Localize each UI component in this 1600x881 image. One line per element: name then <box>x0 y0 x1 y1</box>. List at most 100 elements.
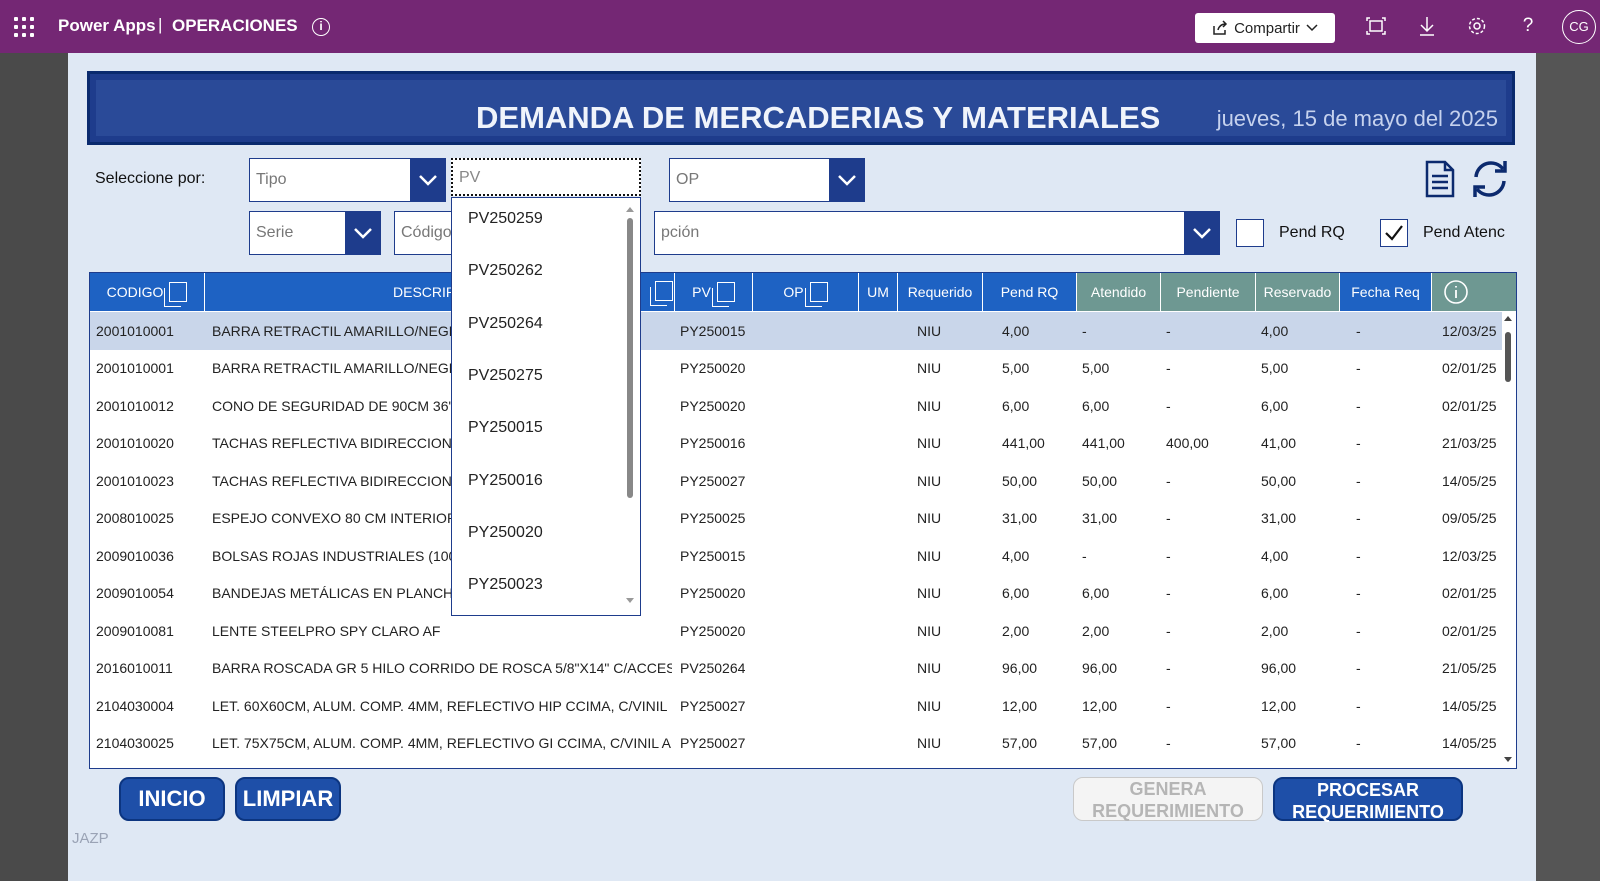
cell-pendiente: 41,00 <box>1261 435 1297 452</box>
cell-fecha-req: 02/01/25 <box>1442 397 1497 414</box>
cell-descripcion: LENTE STEELPRO SPY CLARO AF <box>212 622 441 639</box>
col-header-pendiente[interactable]: Pendiente <box>1161 273 1256 311</box>
cell-codigo: 2009010036 <box>96 547 174 564</box>
cell-requerido: 5,00 <box>1002 360 1030 377</box>
cell-pv: PY250020 <box>680 360 746 377</box>
dropdown-scrollbar[interactable] <box>625 204 635 606</box>
page-header: DEMANDA DE MERCADERIAS Y MATERIALES juev… <box>87 71 1515 145</box>
table-row[interactable]: 2001010001 BARRA RETRACTIL AMARILLO/NEGRO… <box>90 312 1502 350</box>
help-icon[interactable]: ? <box>1517 15 1539 37</box>
col-header-pv[interactable]: PV <box>675 273 753 311</box>
download-icon[interactable] <box>1416 15 1438 37</box>
col-header-atendido[interactable]: Atendido <box>1077 273 1161 311</box>
app-launcher-icon[interactable] <box>14 17 34 37</box>
document-icon[interactable] <box>1422 158 1458 200</box>
cell-pendiente: 6,00 <box>1261 397 1289 414</box>
descripcion-combobox[interactable]: pción <box>654 211 1220 255</box>
col-header-um[interactable]: UM <box>859 273 898 311</box>
table-row[interactable]: 2001010023 TACHAS REFLECTIVA BIDIRECCIONA… <box>90 462 1502 500</box>
cell-fecha-req: 02/01/25 <box>1442 622 1497 639</box>
cell-codigo: 2001010023 <box>96 472 174 489</box>
dropdown-option[interactable]: PV250264 <box>468 315 543 333</box>
dropdown-option[interactable]: PY250020 <box>468 524 543 542</box>
table-row[interactable]: 2008010025 ESPEJO CONVEXO 80 CM INTERIOR P… <box>90 500 1502 538</box>
refresh-icon[interactable] <box>1467 156 1513 202</box>
dropdown-option[interactable]: PV250262 <box>468 262 543 280</box>
app-info-icon[interactable]: i <box>312 18 330 36</box>
cell-pv: PY250020 <box>680 585 746 602</box>
copy-icon[interactable] <box>650 281 673 306</box>
cell-reservado: - <box>1356 510 1361 527</box>
current-date: jueves, 15 de mayo del 2025 <box>1216 106 1498 131</box>
dropdown-option[interactable]: PY250016 <box>468 472 543 490</box>
cell-codigo: 2016010011 <box>96 660 173 677</box>
table-row[interactable]: 2009010054 BANDEJAS METÁLICAS EN PLANCHA … <box>90 575 1502 613</box>
cell-requerido: 2,00 <box>1002 622 1030 639</box>
pend-rq-checkbox[interactable] <box>1236 219 1264 247</box>
table-row[interactable]: 2016010011 BARRA ROSCADA GR 5 HILO CORRID… <box>90 650 1502 688</box>
pv-dropdown-list[interactable]: PV250259 PV250262 PV250264 PV250275 PY250015… <box>451 197 641 616</box>
procesar-requerimiento-button[interactable]: PROCESAR REQUERIMIENTO <box>1273 777 1463 822</box>
table-row[interactable]: 2104030025 LET. 75X75CM, ALUM. COMP. 4MM,… <box>90 725 1502 763</box>
genera-line-1: GENERA <box>1129 779 1207 799</box>
table-row[interactable]: 2009010081 LENTE STEELPRO SPY CLARO AF PY2… <box>90 612 1502 650</box>
chevron-down-icon[interactable] <box>829 159 864 201</box>
limpiar-button[interactable]: LIMPIAR <box>235 777 341 821</box>
settings-gear-icon[interactable] <box>1466 15 1488 37</box>
dropdown-option[interactable]: PY250015 <box>468 419 543 437</box>
col-header-requerido[interactable]: Requerido <box>898 273 983 311</box>
inicio-button[interactable]: INICIO <box>119 777 225 821</box>
copy-icon[interactable] <box>164 282 188 307</box>
cell-pend-rq: 96,00 <box>1082 660 1118 677</box>
col-header-codigo[interactable]: CODIGO <box>90 273 205 311</box>
chevron-down-icon[interactable] <box>410 159 445 201</box>
pend-rq-label: Pend RQ <box>1279 224 1345 241</box>
table-row[interactable]: 2001010020 TACHAS REFLECTIVA BIDIRECCIONA… <box>90 425 1502 463</box>
table-row[interactable]: 2104030004 LET. 60X60CM, ALUM. COMP. 4MM,… <box>90 687 1502 725</box>
table-row[interactable]: 2001010001 BARRA RETRACTIL AMARILLO/NEGRO… <box>90 350 1502 388</box>
cell-descripcion: LET. 60X60CM, ALUM. COMP. 4MM, REFLECTIV… <box>212 697 672 714</box>
op-combobox[interactable]: OP <box>669 158 865 202</box>
cell-pv: PY250016 <box>680 435 746 452</box>
share-button[interactable]: Compartir <box>1195 13 1335 43</box>
col-header-pend-rq[interactable]: Pend RQ <box>983 273 1077 311</box>
genera-requerimiento-button[interactable]: GENERA REQUERIMIENTO <box>1073 777 1263 821</box>
cell-pendiente: 31,00 <box>1261 510 1297 527</box>
grid-scrollbar[interactable] <box>1500 312 1516 768</box>
user-avatar[interactable]: CG <box>1562 10 1596 44</box>
col-header-op[interactable]: OP <box>753 273 859 311</box>
cell-atendido: - <box>1166 735 1171 752</box>
cell-requerido: 31,00 <box>1002 510 1038 527</box>
copy-icon[interactable] <box>804 282 828 307</box>
cell-requerido: 6,00 <box>1002 585 1030 602</box>
copy-icon[interactable] <box>711 282 735 307</box>
serie-combobox[interactable]: Serie <box>249 211 381 255</box>
side-gutter <box>1536 53 1600 881</box>
filter-label: Seleccione por: <box>95 170 206 187</box>
col-header-reservado[interactable]: Reservado <box>1256 273 1340 311</box>
pv-combobox-input[interactable]: PV <box>451 158 641 196</box>
cell-pend-rq: 31,00 <box>1082 510 1118 527</box>
tipo-combobox[interactable]: Tipo <box>249 158 446 202</box>
chevron-down-icon[interactable] <box>345 212 380 254</box>
col-header-info[interactable] <box>1432 273 1516 311</box>
cell-pendiente: 12,00 <box>1261 697 1297 714</box>
cell-codigo: 2001010001 <box>96 360 174 377</box>
tipo-placeholder: Tipo <box>256 171 287 188</box>
table-row[interactable]: 2009010036 BOLSAS ROJAS INDUSTRIALES (100… <box>90 537 1502 575</box>
dropdown-option[interactable]: PV250259 <box>468 210 543 228</box>
cell-atendido: 400,00 <box>1166 435 1209 452</box>
cell-atendido: - <box>1166 397 1171 414</box>
table-row[interactable]: 2001010012 CONO DE SEGURIDAD DE 90CM 36" … <box>90 387 1502 425</box>
dropdown-option[interactable]: PY250023 <box>468 576 543 594</box>
col-header-fecha-req[interactable]: Fecha Req <box>1340 273 1432 311</box>
cell-fecha-req: 21/03/25 <box>1442 435 1497 452</box>
info-icon <box>1444 280 1468 304</box>
cell-reservado: - <box>1356 735 1361 752</box>
pend-atenc-label: Pend Atenc <box>1423 224 1505 241</box>
chevron-down-icon[interactable] <box>1184 212 1219 254</box>
cell-codigo: 2009010081 <box>96 622 174 639</box>
dropdown-option[interactable]: PV250275 <box>468 367 543 385</box>
pend-atenc-checkbox[interactable] <box>1380 219 1408 247</box>
fit-screen-icon[interactable] <box>1365 15 1387 37</box>
